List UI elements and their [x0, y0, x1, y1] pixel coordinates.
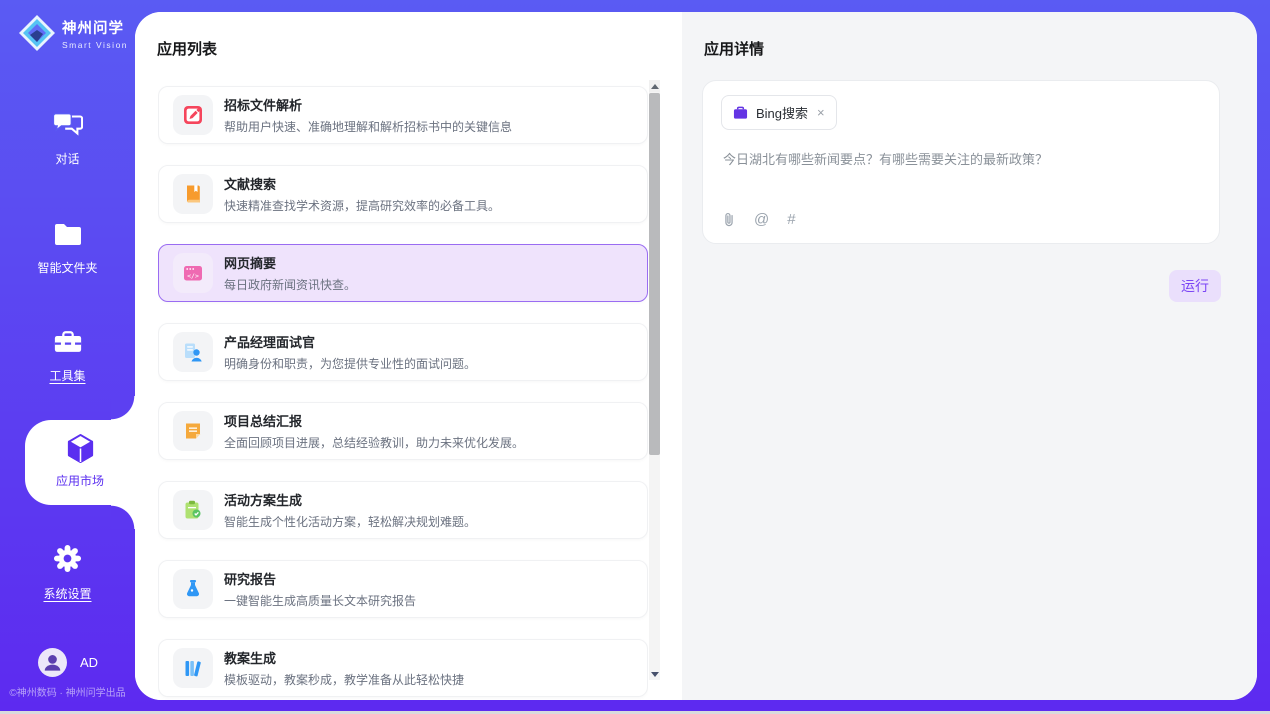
sidebar-item-smart-folder[interactable]: 智能文件夹 [0, 222, 135, 276]
app-item-name: 活动方案生成 [224, 490, 476, 509]
app-item-desc: 模板驱动，教案秒成，教学准备从此轻松快捷 [224, 671, 464, 688]
tool-tag-label: Bing搜索 [756, 103, 808, 122]
query-input[interactable]: 今日湖北有哪些新闻要点？有哪些需要关注的最新政策？ [723, 150, 1199, 170]
gear-icon [53, 544, 82, 573]
run-button[interactable]: 运行 [1169, 270, 1221, 302]
app-item-name: 文献搜索 [224, 174, 500, 193]
scroll-up-button[interactable] [649, 80, 660, 92]
attachment-icon[interactable] [722, 211, 736, 228]
app-item-name: 教案生成 [224, 648, 464, 667]
books-icon [173, 648, 213, 688]
sidebar-item-settings[interactable]: 系统设置 [0, 544, 135, 602]
cube-icon [66, 433, 95, 464]
research-report-icon [173, 569, 213, 609]
app-item-name: 项目总结汇报 [224, 411, 524, 430]
app-frame: 神州问学 Smart Vision 对话 智能文件夹 [0, 0, 1270, 711]
app-item-research-report[interactable]: 研究报告 一键智能生成高质量长文本研究报告 [158, 560, 648, 618]
app-item-desc: 智能生成个性化活动方案，轻松解决规划难题。 [224, 513, 476, 530]
composer-toolbar: @ # [722, 211, 796, 228]
hash-icon[interactable]: # [787, 211, 795, 228]
brand-name: 神州问学 [62, 17, 128, 38]
app-item-pm-interviewer[interactable]: 产品经理面试官 明确身份和职责，为您提供专业性的面试问题。 [158, 323, 648, 381]
sidebar: 神州问学 Smart Vision 对话 智能文件夹 [0, 0, 135, 711]
app-item-project-summary-report[interactable]: 项目总结汇报 全面回顾项目进展，总结经验教训，助力未来优化发展。 [158, 402, 648, 460]
interviewer-icon [173, 332, 213, 372]
sidebar-item-label: 工具集 [0, 367, 135, 384]
toolbox-icon [53, 330, 83, 355]
folder-icon [53, 222, 83, 247]
blob-bottom-curve [111, 505, 135, 529]
sidebar-item-label: 智能文件夹 [0, 259, 135, 276]
app-item-name: 网页摘要 [224, 253, 356, 272]
svg-text:</>: </> [187, 272, 199, 280]
sidebar-item-label: 应用市场 [25, 472, 135, 489]
note-icon [173, 411, 213, 451]
app-item-desc: 全面回顾项目进展，总结经验教训，助力未来优化发展。 [224, 434, 524, 451]
pen-square-icon [173, 95, 213, 135]
query-card: Bing搜索 × 今日湖北有哪些新闻要点？有哪些需要关注的最新政策？ @ # [702, 80, 1220, 244]
app-item-desc: 一键智能生成高质量长文本研究报告 [224, 592, 416, 609]
sidebar-item-label: 系统设置 [0, 585, 135, 602]
sidebar-item-label: 对话 [0, 150, 135, 167]
mention-icon[interactable]: @ [754, 211, 769, 228]
app-list-panel: 应用列表 招标文件解析 帮助用户快速、准确地理解和解析招标书中的关键信息 [135, 12, 682, 700]
app-item-desc: 每日政府新闻资讯快查。 [224, 276, 356, 293]
brand-tagline: Smart Vision [62, 40, 128, 50]
list-scrollbar[interactable] [649, 80, 660, 680]
main-content: 应用列表 招标文件解析 帮助用户快速、准确地理解和解析招标书中的关键信息 [135, 12, 1257, 700]
app-item-webpage-summary[interactable]: </> 网页摘要 每日政府新闻资讯快查。 [158, 244, 648, 302]
tag-close-icon[interactable]: × [817, 106, 825, 119]
app-item-literature-search[interactable]: 文献搜索 快速精准查找学术资源，提高研究效率的必备工具。 [158, 165, 648, 223]
brand-logo: 神州问学 Smart Vision [17, 13, 128, 53]
app-item-desc: 帮助用户快速、准确地理解和解析招标书中的关键信息 [224, 118, 512, 135]
app-item-desc: 明确身份和职责，为您提供专业性的面试问题。 [224, 355, 476, 372]
app-detail-title: 应用详情 [704, 38, 764, 59]
sidebar-item-toolset[interactable]: 工具集 [0, 330, 135, 384]
user-initials: AD [80, 655, 98, 670]
app-item-bid-document-analysis[interactable]: 招标文件解析 帮助用户快速、准确地理解和解析招标书中的关键信息 [158, 86, 648, 144]
app-item-desc: 快速精准查找学术资源，提高研究效率的必备工具。 [224, 197, 500, 214]
app-detail-panel: 应用详情 Bing搜索 × 今日湖北有哪些新闻要点？有哪些需要关注的最新政策？ … [682, 12, 1257, 700]
diamond-logo-icon [17, 13, 57, 53]
blob-top-curve [111, 396, 135, 420]
briefcase-icon [733, 106, 748, 120]
app-item-event-plan-generation[interactable]: 活动方案生成 智能生成个性化活动方案，轻松解决规划难题。 [158, 481, 648, 539]
app-item-name: 产品经理面试官 [224, 332, 476, 351]
scrollbar-thumb[interactable] [649, 93, 660, 455]
app-item-lesson-plan-generation[interactable]: 教案生成 模板驱动，教案秒成，教学准备从此轻松快捷 [158, 639, 648, 697]
app-item-name: 招标文件解析 [224, 95, 512, 114]
sidebar-item-app-market[interactable]: 应用市场 [25, 420, 135, 505]
tool-tag-bing-search[interactable]: Bing搜索 × [721, 95, 837, 130]
app-list: 招标文件解析 帮助用户快速、准确地理解和解析招标书中的关键信息 文献搜索 [158, 74, 648, 700]
scroll-down-button[interactable] [649, 668, 660, 680]
avatar [38, 648, 67, 677]
browser-code-icon: </> [173, 253, 213, 293]
app-list-title: 应用列表 [157, 38, 217, 59]
clipboard-check-icon [173, 490, 213, 530]
app-item-name: 研究报告 [224, 569, 416, 588]
copyright-text: ©神州数码 · 神州问学出品 [0, 684, 135, 699]
user-account[interactable]: AD [38, 648, 98, 677]
chat-icon [53, 110, 83, 138]
book-icon [173, 174, 213, 214]
sidebar-item-chat[interactable]: 对话 [0, 110, 135, 167]
